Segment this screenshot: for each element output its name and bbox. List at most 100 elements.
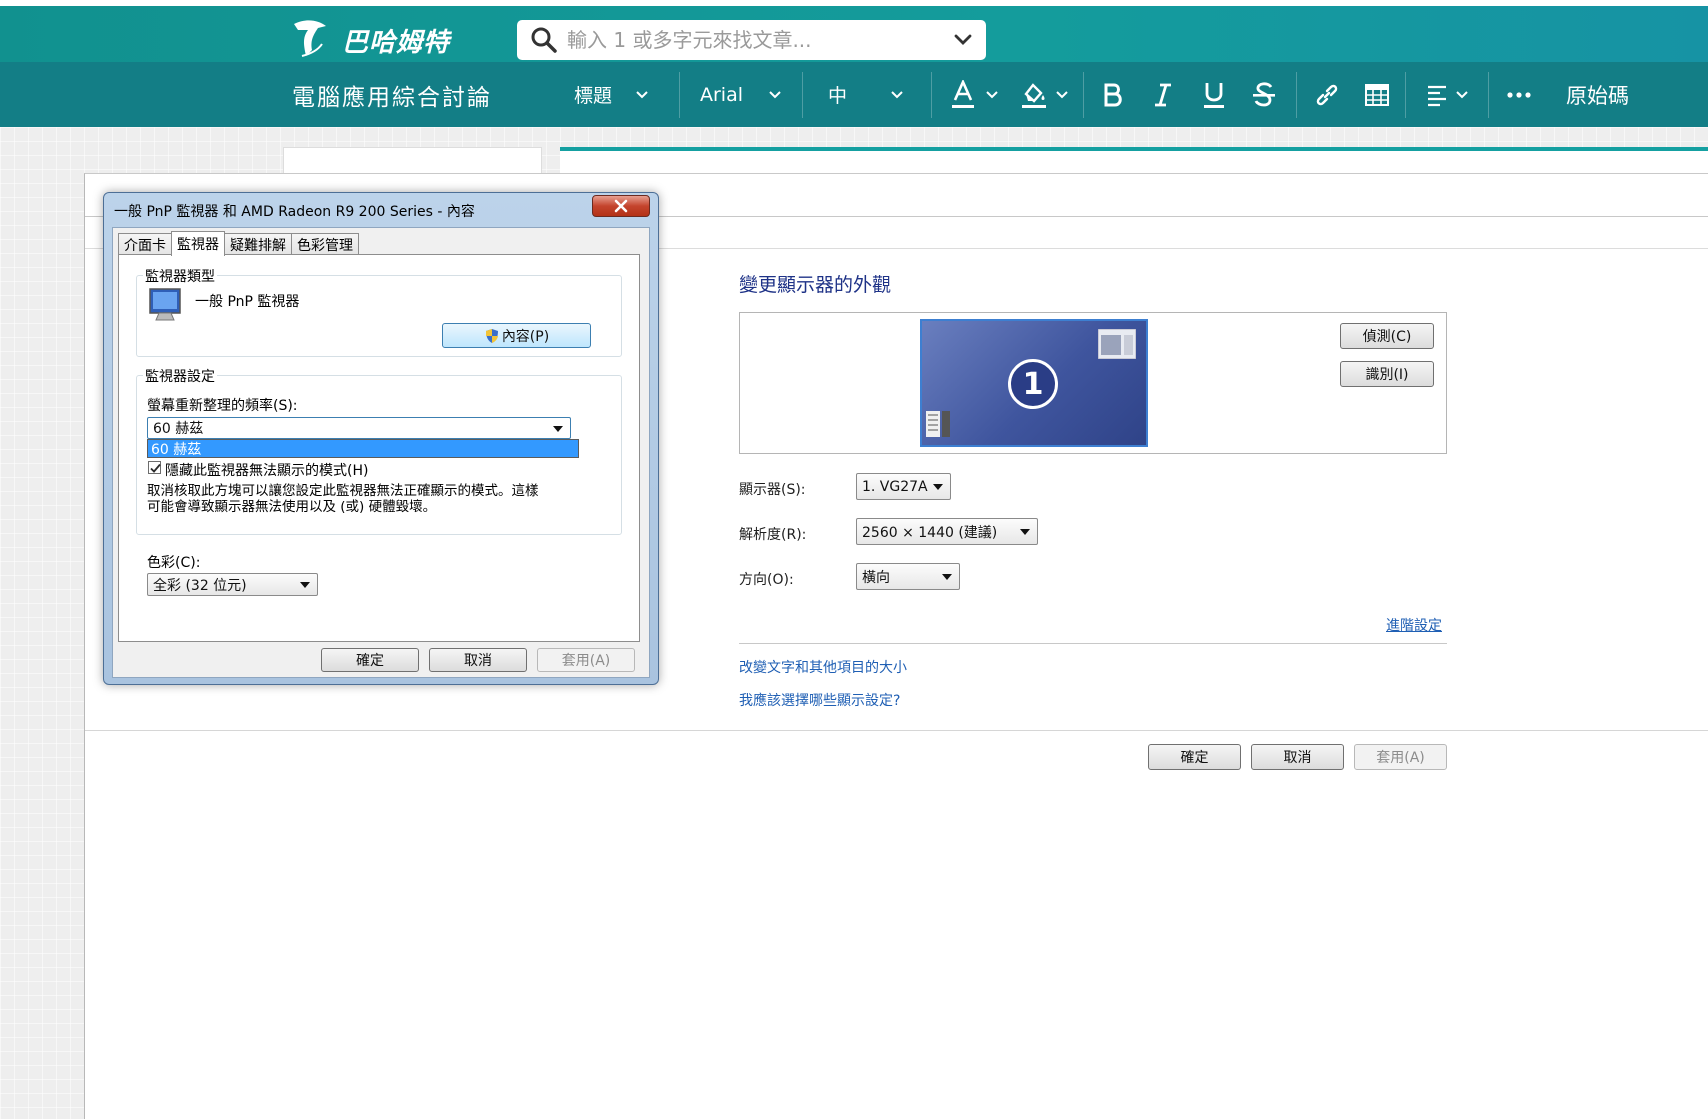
orientation-select[interactable]: 橫向	[856, 563, 960, 590]
more-button[interactable]	[1506, 62, 1532, 127]
detect-button[interactable]: 偵測(C)	[1340, 323, 1434, 349]
resolution-select[interactable]: 2560 × 1440 (建議)	[856, 518, 1038, 545]
heading-select-label: 標題	[574, 85, 613, 107]
monitor-type-group-title: 監視器類型	[143, 266, 217, 286]
highlight-icon	[1022, 82, 1046, 108]
toolbar-divider	[931, 72, 932, 118]
dropdown-arrow-icon	[933, 484, 943, 490]
dialog-ok-button[interactable]: 確定	[321, 648, 419, 672]
orientation-select-value: 橫向	[862, 569, 890, 586]
highlight-button[interactable]	[1020, 62, 1070, 127]
font-select[interactable]: Arial	[700, 62, 783, 127]
display-settings-heading: 變更顯示器的外觀	[739, 274, 892, 296]
cancel-button[interactable]: 取消	[1251, 744, 1344, 770]
dropdown-arrow-icon	[942, 574, 952, 580]
display-select[interactable]: 1. VG27A	[856, 473, 951, 500]
monitor-properties-dialog: 一般 PnP 監視器 和 AMD Radeon R9 200 Series - …	[103, 192, 659, 685]
refresh-rate-select-value: 60 赫茲	[153, 421, 204, 437]
checkmark-icon	[150, 463, 161, 473]
resolution-select-value: 2560 × 1440 (建議)	[862, 524, 998, 541]
tab-color-management[interactable]: 色彩管理	[291, 233, 359, 255]
tab-adapter[interactable]: 介面卡	[118, 233, 172, 255]
dialog-body: 介面卡 監視器 疑難排解 色彩管理 監視器類型 一般 PnP 監視器 內容(P)…	[112, 227, 650, 678]
monitor-type-group: 監視器類型 一般 PnP 監視器 內容(P)	[136, 266, 622, 357]
table-button[interactable]	[1364, 62, 1390, 127]
align-icon	[1428, 85, 1446, 106]
italic-button[interactable]	[1152, 62, 1174, 127]
close-button[interactable]	[592, 195, 650, 217]
search-box	[517, 20, 986, 60]
search-icon[interactable]	[529, 25, 559, 55]
chevron-down-icon	[636, 90, 648, 98]
warning-text-line2: 可能會導致顯示器無法使用以及 (或) 硬體毀壞。	[147, 499, 437, 515]
align-button[interactable]	[1426, 62, 1470, 127]
orientation-label: 方向(O):	[739, 572, 794, 588]
dialog-cancel-button[interactable]: 取消	[429, 648, 527, 672]
size-select-label: 中	[828, 85, 848, 107]
source-button[interactable]: 原始碼	[1566, 62, 1629, 127]
hide-modes-checkbox[interactable]	[148, 461, 161, 474]
refresh-rate-option[interactable]: 60 赫茲	[147, 439, 579, 458]
window-thumbnail-icon	[1098, 329, 1136, 359]
close-icon	[614, 199, 628, 213]
forum-title[interactable]: 電腦應用綜合討論	[292, 62, 492, 127]
link-button[interactable]	[1314, 62, 1340, 127]
tab-troubleshoot[interactable]: 疑難排解	[224, 233, 292, 255]
which-settings-link[interactable]: 我應該選擇哪些顯示設定?	[739, 690, 900, 710]
toolbar-divider	[802, 72, 803, 118]
resolution-label: 解析度(R):	[739, 527, 807, 543]
strikethrough-button[interactable]	[1252, 62, 1276, 127]
site-logo[interactable]: 巴哈姆特	[288, 16, 478, 58]
display-select-value: 1. VG27A	[862, 478, 928, 495]
refresh-rate-select[interactable]: 60 赫茲	[147, 417, 571, 439]
divider	[85, 730, 1708, 731]
chevron-down-icon	[1056, 90, 1068, 98]
apply-button[interactable]: 套用(A)	[1354, 744, 1447, 770]
colors-select[interactable]: 全彩 (32 位元)	[147, 573, 318, 596]
heading-select[interactable]: 標題	[574, 62, 650, 127]
bold-button[interactable]	[1102, 62, 1124, 127]
size-select[interactable]: 中	[828, 62, 905, 127]
tab-bar: 介面卡 監視器 疑難排解 色彩管理	[118, 231, 359, 256]
search-input[interactable]	[567, 22, 952, 58]
chevron-down-icon	[986, 90, 998, 98]
shield-icon	[485, 328, 498, 343]
monitor-preview[interactable]: 1	[920, 319, 1148, 447]
logo-text: 巴哈姆特	[342, 28, 451, 58]
bold-icon	[1104, 83, 1122, 106]
identify-button[interactable]: 識別(I)	[1340, 361, 1434, 387]
underline-button[interactable]	[1202, 62, 1226, 127]
refresh-rate-label: 螢幕重新整理的頻率(S):	[147, 398, 298, 414]
toolbar-divider	[679, 72, 680, 118]
font-color-button[interactable]	[950, 62, 1000, 127]
link-icon	[1316, 84, 1338, 105]
monitor-properties-button[interactable]: 內容(P)	[442, 323, 591, 348]
advanced-settings-link[interactable]: 進階設定	[1386, 615, 1442, 635]
site-header: 巴哈姆特	[0, 6, 1708, 62]
colors-label: 色彩(C):	[147, 555, 201, 571]
toolbar-divider	[1083, 72, 1084, 118]
dropdown-arrow-icon	[1020, 529, 1030, 535]
dropdown-arrow-icon	[300, 582, 310, 588]
tab-monitor[interactable]: 監視器	[171, 231, 225, 256]
dropdown-arrow-icon	[553, 426, 563, 432]
more-icon	[1507, 91, 1531, 98]
dialog-apply-button[interactable]: 套用(A)	[537, 648, 635, 672]
dragon-logo-icon	[294, 20, 326, 57]
italic-icon	[1155, 83, 1171, 106]
monitor-properties-button-label: 內容(P)	[501, 328, 550, 345]
colors-select-value: 全彩 (32 位元)	[153, 577, 247, 594]
ok-button[interactable]: 確定	[1148, 744, 1241, 770]
toolbar-divider	[1405, 72, 1406, 118]
monitor-name: 一般 PnP 監視器	[195, 294, 300, 310]
text-size-link[interactable]: 改變文字和其他項目的大小	[739, 657, 907, 677]
underline-icon	[1204, 82, 1224, 108]
editor-toolbar: 電腦應用綜合討論 標題 Arial 中 原始碼	[0, 62, 1708, 127]
strikethrough-icon	[1253, 81, 1275, 106]
monitor-arrangement-area: 1 偵測(C) 識別(I)	[739, 312, 1447, 454]
chevron-down-icon[interactable]	[952, 29, 974, 51]
monitor-icon	[149, 288, 181, 321]
monitor-settings-group-title: 監視器設定	[143, 366, 217, 386]
chevron-down-icon	[769, 90, 781, 98]
hide-modes-label[interactable]: 隱藏此監視器無法顯示的模式(H)	[165, 460, 368, 480]
